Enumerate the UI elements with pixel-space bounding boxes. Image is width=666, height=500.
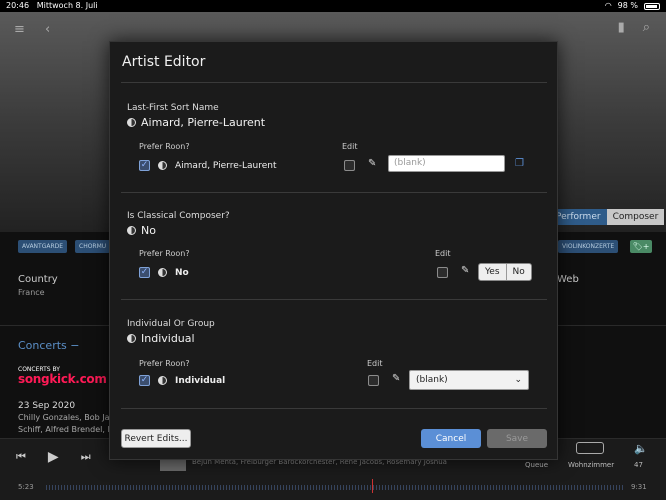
option-no[interactable]: No: [505, 264, 531, 280]
save-button[interactable]: Save: [487, 429, 547, 448]
volume-value[interactable]: 47: [634, 461, 643, 469]
sort-name-value: Aimard, Pierre-Laurent: [127, 116, 265, 129]
status-bar: 20:46 Mittwoch 8. Juli ◠ 98 %: [0, 0, 666, 12]
prefer-roon-value: Aimard, Pierre-Laurent: [175, 160, 277, 171]
back-icon[interactable]: ‹: [45, 22, 50, 37]
roon-source-icon: [127, 226, 136, 235]
genre-tag[interactable]: VIOLINKONZERTE: [558, 240, 619, 253]
roon-source-icon: [127, 118, 136, 127]
dialog-title: Artist Editor: [122, 54, 206, 70]
sort-name-input[interactable]: (blank): [388, 155, 505, 172]
edit-checkbox[interactable]: [344, 160, 355, 171]
divider: [121, 408, 547, 409]
role-toggle[interactable]: Performer Composer: [550, 209, 665, 225]
web-label: Web: [557, 274, 579, 285]
battery-icon: [644, 2, 660, 10]
concert-artists[interactable]: Chilly Gonzales, Bob Jam Schiff, Alfred …: [18, 412, 118, 436]
play-icon[interactable]: ▶: [48, 449, 59, 465]
divider: [121, 82, 547, 83]
roon-source-icon: [127, 334, 136, 343]
wifi-icon: ◠: [604, 1, 612, 10]
add-tag-icon[interactable]: 🏷+: [630, 240, 652, 253]
prefer-roon-checkbox[interactable]: ✓: [139, 267, 150, 278]
edit-label: Edit: [367, 359, 383, 368]
edit-checkbox[interactable]: [368, 375, 379, 386]
seek-bar[interactable]: [46, 485, 624, 490]
classical-composer-label: Is Classical Composer?: [127, 211, 230, 221]
genre-tag[interactable]: CHORMU: [75, 240, 111, 253]
prefer-roon-value: No: [175, 267, 189, 278]
total-time: 9:31: [631, 483, 647, 491]
prefer-roon-row[interactable]: ✓ Aimard, Pierre-Laurent: [139, 160, 277, 171]
sort-name-label: Last-First Sort Name: [127, 103, 219, 113]
queue-label[interactable]: Queue: [525, 461, 548, 469]
prefer-roon-checkbox[interactable]: ✓: [139, 375, 150, 386]
volume-icon[interactable]: 🔈: [634, 442, 648, 455]
role-performer[interactable]: Performer: [550, 209, 607, 225]
prefer-roon-label: Prefer Roon?: [139, 359, 190, 368]
divider: [121, 299, 547, 300]
status-date: Mittwoch 8. Juli: [36, 1, 98, 10]
search-icon[interactable]: ⌕: [643, 20, 650, 35]
yes-no-toggle[interactable]: Yes No: [478, 263, 532, 281]
cancel-button[interactable]: Cancel: [421, 429, 481, 448]
chevron-down-icon: ⌄: [514, 375, 522, 385]
individual-group-select[interactable]: (blank) ⌄: [409, 370, 529, 390]
classical-composer-value: No: [127, 224, 156, 237]
menu-icon[interactable]: ≡: [14, 22, 25, 37]
edit-checkbox[interactable]: [437, 267, 448, 278]
prefer-roon-row[interactable]: ✓ No: [139, 267, 189, 278]
zone-icon[interactable]: [576, 442, 604, 454]
prefer-roon-label: Prefer Roon?: [139, 249, 190, 258]
next-icon[interactable]: ⏭: [81, 450, 91, 464]
prefer-roon-value: Individual: [175, 375, 226, 386]
role-composer[interactable]: Composer: [606, 209, 665, 225]
seek-position[interactable]: [372, 479, 373, 493]
roon-source-icon: [158, 376, 167, 385]
concerts-heading[interactable]: Concerts −: [18, 339, 79, 352]
country-label: Country: [18, 274, 58, 285]
prefer-roon-row[interactable]: ✓ Individual: [139, 375, 225, 386]
copy-icon[interactable]: ❐: [515, 158, 524, 169]
individual-group-label: Individual Or Group: [127, 319, 215, 329]
pencil-icon: ✎: [368, 158, 377, 169]
edit-label: Edit: [342, 142, 358, 151]
prefer-roon-checkbox[interactable]: ✓: [139, 160, 150, 171]
option-yes[interactable]: Yes: [479, 264, 506, 280]
country-block: Country France: [18, 274, 58, 297]
previous-icon[interactable]: ⏮: [16, 450, 26, 464]
songkick-logo: songkick.com: [18, 372, 107, 386]
concert-date: 23 Sep 2020: [18, 401, 76, 411]
divider: [121, 192, 547, 193]
country-value: France: [18, 288, 45, 297]
battery-percent: 98 %: [617, 1, 638, 10]
pencil-icon: ✎: [392, 373, 401, 384]
pencil-icon: ✎: [461, 265, 470, 276]
revert-edits-button[interactable]: Revert Edits...: [121, 429, 191, 448]
prefer-roon-label: Prefer Roon?: [139, 142, 190, 151]
status-time: 20:46: [6, 1, 30, 10]
edit-label: Edit: [435, 249, 451, 258]
roon-source-icon: [158, 161, 167, 170]
individual-group-value: Individual: [127, 332, 195, 345]
bookmark-icon[interactable]: ▮: [618, 20, 625, 35]
roon-source-icon: [158, 268, 167, 277]
artist-editor-dialog: Artist Editor Last-First Sort Name Aimar…: [109, 41, 558, 460]
elapsed-time: 5:23: [18, 483, 34, 491]
zone-label[interactable]: Wohnzimmer: [568, 461, 614, 469]
genre-tag[interactable]: AVANTGARDE: [18, 240, 68, 253]
